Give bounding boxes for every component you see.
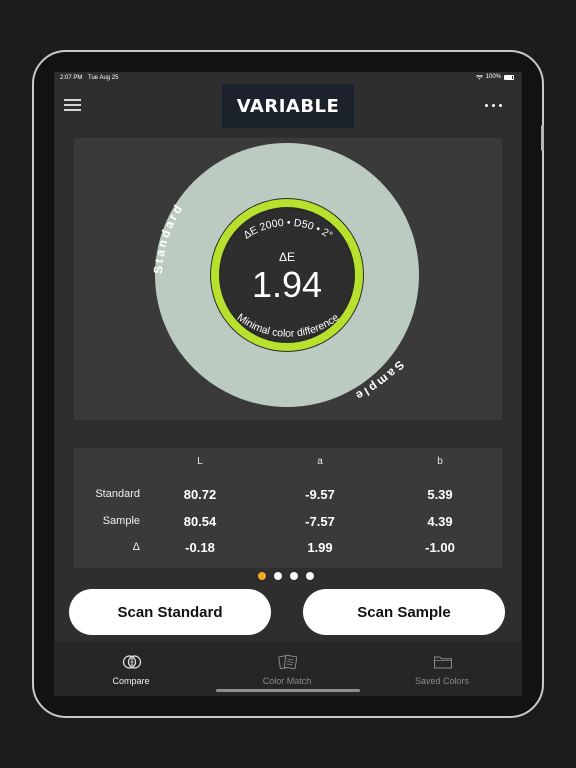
tab-saved-colors-label: Saved Colors xyxy=(414,676,470,686)
hamburger-icon-line xyxy=(64,109,81,111)
row-label-sample: Sample xyxy=(102,515,140,527)
status-date: Tue Aug 25 xyxy=(88,75,119,81)
standard-b-value: 5.39 xyxy=(427,487,453,502)
delta-e-value: 1.94 xyxy=(252,264,322,305)
row-label-delta: Δ xyxy=(132,541,140,553)
device-side-button xyxy=(541,125,544,151)
more-dot xyxy=(492,104,495,107)
column-header-l: L xyxy=(197,456,203,467)
tab-compare-label: Compare xyxy=(112,676,150,686)
wifi-icon xyxy=(475,74,483,80)
standard-l-value: 80.72 xyxy=(183,487,217,502)
delta-l-value: -0.18 xyxy=(185,540,215,555)
sample-l-value: 80.54 xyxy=(183,514,217,529)
page-dot[interactable] xyxy=(274,572,282,580)
menu-button[interactable] xyxy=(64,98,82,112)
battery-icon xyxy=(504,74,514,80)
gauge-svg: Standard Sample ΔE 2000 • D50 • 2° Minim… xyxy=(151,143,419,407)
hamburger-icon xyxy=(64,99,81,101)
more-dots-icon xyxy=(485,104,488,107)
home-indicator[interactable] xyxy=(216,689,360,692)
color-cards-icon xyxy=(278,654,298,670)
tab-color-match-label: Color Match xyxy=(262,676,312,686)
tab-saved-colors[interactable]: Saved Colors xyxy=(377,642,507,696)
sample-a-value: -7.57 xyxy=(305,514,335,529)
battery-percent: 100% xyxy=(485,74,501,80)
delta-e-symbol: ΔE xyxy=(279,250,295,264)
scan-sample-button[interactable]: Scan Sample xyxy=(303,589,505,635)
logo-text: VARIABLE xyxy=(236,95,340,117)
status-right: 100% xyxy=(475,74,514,80)
page-dot[interactable] xyxy=(258,572,266,580)
brand-logo: VARIABLE xyxy=(222,84,354,128)
color-difference-gauge: Standard Sample ΔE 2000 • D50 • 2° Minim… xyxy=(74,138,502,420)
row-label-standard: Standard xyxy=(95,488,140,500)
status-bar: 2:07 PM Tue Aug 25 100% xyxy=(54,72,522,84)
standard-a-value: -9.57 xyxy=(305,487,335,502)
tab-compare[interactable]: Compare xyxy=(66,642,196,696)
column-header-b: b xyxy=(437,456,443,467)
status-time: 2:07 PM xyxy=(60,75,83,81)
page-dot[interactable] xyxy=(306,572,314,580)
delta-a-value: 1.99 xyxy=(307,540,333,555)
tab-bar: Compare Color Match Saved Colors xyxy=(54,642,522,696)
more-dot xyxy=(499,104,502,107)
lab-values-table: L a b Standard 80.72 -9.57 5.39 Sample 8… xyxy=(74,448,502,568)
app-screen: 2:07 PM Tue Aug 25 100% VARIABLE Standar… xyxy=(54,72,522,696)
sample-b-value: 4.39 xyxy=(427,514,453,529)
delta-b-value: -1.00 xyxy=(425,540,455,555)
tab-color-match[interactable]: Color Match xyxy=(222,642,352,696)
column-header-a: a xyxy=(317,456,323,467)
app-header: VARIABLE xyxy=(54,84,522,128)
folder-icon xyxy=(434,656,452,669)
hamburger-icon-line xyxy=(64,104,81,106)
more-options-button[interactable] xyxy=(485,104,502,107)
page-indicator xyxy=(258,572,314,580)
compare-icon xyxy=(122,655,142,669)
page-dot[interactable] xyxy=(290,572,298,580)
scan-standard-button[interactable]: Scan Standard xyxy=(69,589,271,635)
